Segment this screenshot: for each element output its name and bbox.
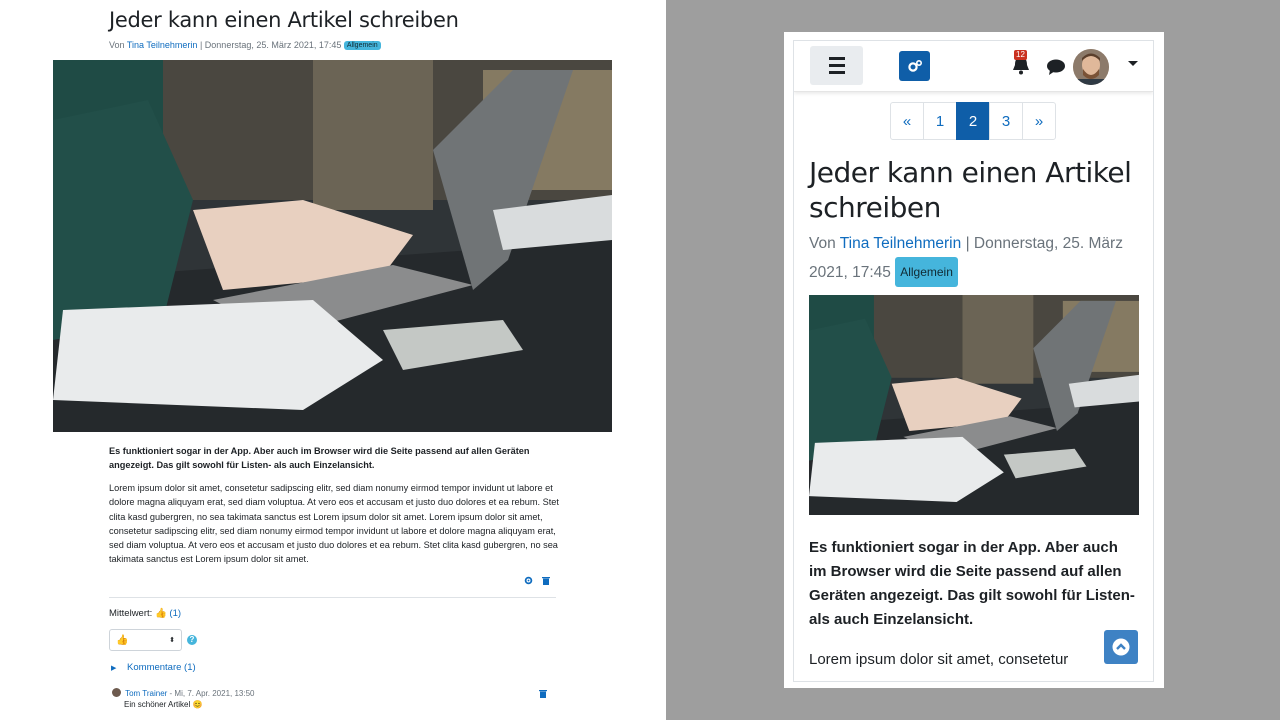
user-avatar[interactable] — [1073, 49, 1109, 85]
pagination-page-2[interactable]: 2 — [956, 102, 990, 140]
desktop-view: Jeder kann einen Artikel schreiben Von T… — [0, 0, 666, 720]
rating-select[interactable]: 👍 ⬍ — [109, 629, 182, 651]
article-lead: Es funktioniert sogar in der App. Aber a… — [809, 539, 1135, 628]
article-image — [809, 295, 1139, 515]
article-title: Jeder kann einen Artikel schreiben — [109, 8, 459, 32]
thumbs-up-icon: 👍 — [116, 634, 129, 646]
category-badge[interactable]: Allgemein — [895, 257, 958, 287]
pagination-next[interactable]: » — [1022, 102, 1056, 140]
article-title: Jeder kann einen Artikel schreiben — [809, 156, 1132, 224]
select-arrows-icon: ⬍ — [169, 637, 175, 644]
article-body: Lorem ipsum dolor sit amet, consetetur s… — [109, 483, 559, 565]
comment-item: Tom Trainer - Mi, 7. Apr. 2021, 13:50 Ei… — [112, 688, 255, 709]
meta-separator: | — [199, 40, 203, 50]
mobile-view: 12 « 1 2 3 » Jeder kann einen Artikel sc… — [793, 40, 1154, 682]
admin-settings-button[interactable] — [899, 51, 930, 81]
by-prefix: Von — [109, 40, 125, 50]
trash-icon[interactable] — [538, 688, 547, 698]
comment-text: Ein schöner Artikel 😊 — [124, 700, 203, 709]
article-meta: Von Tina Teilnehmerin | Donnerstag, 25. … — [109, 40, 381, 50]
pagination-prev[interactable]: « — [890, 102, 924, 140]
comments-toggle-label: Kommentare (1) — [127, 662, 196, 673]
pagination-page-3[interactable]: 3 — [989, 102, 1023, 140]
menu-button[interactable] — [810, 46, 863, 85]
category-badge[interactable]: Allgemein — [343, 41, 381, 50]
author-link[interactable]: Tina Teilnehmerin — [127, 40, 198, 50]
author-link[interactable]: Tina Teilnehmerin — [840, 235, 961, 252]
article-tools — [524, 575, 550, 585]
rating-count[interactable]: (1) — [169, 608, 181, 619]
pagination: « 1 2 3 » — [890, 102, 1056, 140]
meta-separator: | — [965, 235, 970, 252]
comment-date: - Mi, 7. Apr. 2021, 13:50 — [169, 689, 255, 698]
back-to-top-button[interactable] — [1104, 630, 1138, 664]
divider — [109, 597, 556, 598]
chat-icon[interactable] — [1046, 58, 1066, 76]
comments-toggle[interactable]: ▶ Kommentare (1) — [111, 662, 196, 673]
thumbs-up-icon: 👍 — [154, 608, 167, 619]
chevron-right-icon: ▶ — [111, 665, 117, 672]
comment-author[interactable]: Tom Trainer — [125, 689, 167, 698]
article-image — [53, 60, 612, 432]
notification-count-badge: 12 — [1014, 50, 1027, 60]
rating-average: Mittelwert: 👍 (1) — [109, 608, 181, 619]
article-date: Donnerstag, 25. März 2021, 17:45 — [204, 40, 342, 50]
hamburger-icon — [828, 57, 845, 60]
navbar: 12 — [794, 41, 1153, 92]
trash-icon[interactable] — [541, 575, 550, 585]
rating-label: Mittelwert: — [109, 608, 153, 619]
article-body-preview: Lorem ipsum dolor sit amet, consetetur — [809, 651, 1069, 668]
arrow-up-circle-icon — [1112, 638, 1130, 656]
article-lead: Es funktioniert sogar in der App. Aber a… — [109, 446, 530, 470]
question-circle-icon[interactable]: ? — [187, 635, 197, 645]
mobile-frame: 12 « 1 2 3 » Jeder kann einen Artikel sc… — [784, 32, 1164, 688]
chevron-down-icon[interactable] — [1128, 61, 1138, 66]
avatar — [112, 688, 121, 697]
pagination-page-1[interactable]: 1 — [923, 102, 957, 140]
notifications-button[interactable]: 12 — [1011, 50, 1031, 76]
cogs-icon — [907, 59, 922, 72]
by-prefix: Von — [809, 235, 836, 252]
gear-icon[interactable] — [524, 575, 533, 585]
article-meta: Von Tina Teilnehmerin | Donnerstag, 25. … — [809, 231, 1139, 287]
